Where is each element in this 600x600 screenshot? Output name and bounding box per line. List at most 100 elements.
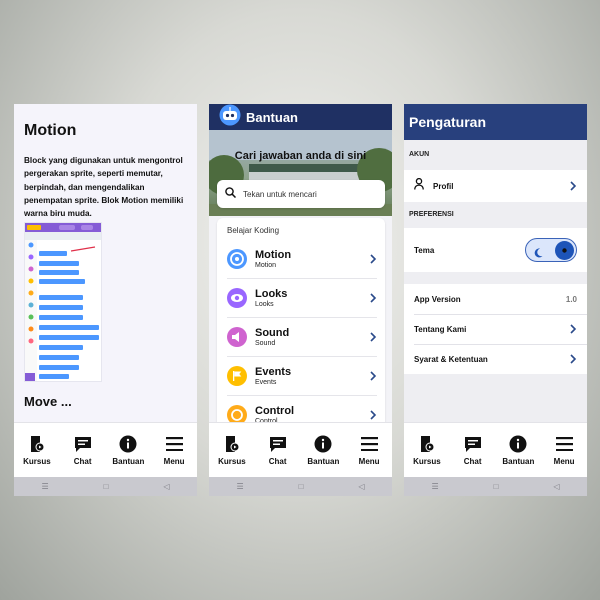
book-play-icon	[222, 434, 242, 454]
speaker-icon	[227, 327, 247, 347]
hero-title: Cari jawaban anda di sini	[234, 150, 367, 162]
chevron-right-icon	[570, 354, 577, 364]
course-name: Looks	[255, 288, 288, 300]
chevron-right-icon	[370, 293, 377, 303]
chevron-right-icon	[370, 371, 377, 381]
nav-label: Menu	[358, 457, 380, 466]
chat-icon	[268, 434, 288, 454]
info-icon	[508, 434, 528, 454]
nav-chat[interactable]: Chat	[61, 434, 105, 466]
app-version-label: App Version	[414, 294, 461, 304]
nav-bantuan[interactable]: Bantuan	[106, 434, 150, 466]
motion-icon	[227, 249, 247, 269]
section-label-account: AKUN	[409, 151, 430, 158]
sun-icon	[555, 241, 574, 260]
home-icon[interactable]: □	[494, 482, 499, 491]
nav-menu[interactable]: Menu	[152, 434, 196, 466]
recent-apps-icon[interactable]: ☰	[236, 482, 243, 491]
nav-label: Menu	[553, 457, 575, 466]
chat-icon	[463, 434, 483, 454]
nav-menu[interactable]: Menu	[542, 434, 586, 466]
hamburger-icon	[554, 434, 574, 454]
recent-apps-icon[interactable]: ☰	[431, 482, 438, 491]
chevron-right-icon	[370, 254, 377, 264]
nav-menu[interactable]: Menu	[347, 434, 391, 466]
system-nav-bar: ☰ □ ◁	[404, 477, 587, 496]
header-title: Pengaturan	[409, 114, 487, 130]
motion-screen: Motion Block yang digunakan untuk mengon…	[14, 104, 197, 496]
course-name: Sound	[255, 327, 290, 339]
back-icon[interactable]: ◁	[163, 482, 169, 491]
book-play-icon	[417, 434, 437, 454]
preferences-card: Tema	[404, 228, 587, 272]
course-item-motion[interactable]: Motion Motion	[227, 240, 377, 279]
terms-label: Syarat & Ketentuan	[414, 354, 488, 364]
back-icon[interactable]: ◁	[553, 482, 559, 491]
app-header: Pengaturan	[404, 104, 587, 140]
terms-row[interactable]: Syarat & Ketentuan	[404, 344, 587, 374]
course-item-sound[interactable]: Sound Sound	[227, 318, 377, 357]
course-item-events[interactable]: Events Events	[227, 357, 377, 396]
course-subtitle: Events	[255, 379, 277, 386]
profile-label: Profil	[433, 181, 454, 191]
nav-label: Bantuan	[307, 457, 340, 466]
help-screen: Bantuan Cari jawaban anda di sini Belaja…	[209, 104, 392, 496]
search-input[interactable]	[243, 189, 373, 199]
app-header: Bantuan	[209, 104, 392, 130]
chat-icon	[73, 434, 93, 454]
section-heading: Move ...	[24, 394, 72, 409]
recent-apps-icon[interactable]: ☰	[41, 482, 48, 491]
book-play-icon	[27, 434, 47, 454]
nav-label: Chat	[73, 457, 92, 466]
nav-label: Menu	[163, 457, 185, 466]
bottom-nav: Kursus Chat Bantuan Menu	[209, 422, 392, 477]
nav-chat[interactable]: Chat	[451, 434, 495, 466]
home-icon[interactable]: □	[104, 482, 109, 491]
home-icon[interactable]: □	[299, 482, 304, 491]
account-card: Profil	[404, 170, 587, 202]
search-bar[interactable]	[217, 180, 385, 208]
nav-label: Chat	[268, 457, 287, 466]
bottom-nav: Kursus Chat Bantuan Menu	[404, 422, 587, 477]
course-list-card: Belajar Koding Motion Motion Looks Looks	[217, 218, 385, 428]
nav-label: Bantuan	[502, 457, 535, 466]
nav-kursus[interactable]: Kursus	[15, 434, 59, 466]
moon-icon	[534, 245, 543, 263]
nav-chat[interactable]: Chat	[256, 434, 300, 466]
theme-toggle[interactable]	[525, 238, 577, 262]
flag-icon	[227, 366, 247, 386]
nav-bantuan[interactable]: Bantuan	[301, 434, 345, 466]
theme-label: Tema	[414, 245, 435, 255]
course-name: Motion	[255, 249, 292, 261]
system-nav-bar: ☰ □ ◁	[14, 477, 197, 496]
eye-icon	[227, 288, 247, 308]
card-heading: Belajar Koding	[227, 226, 280, 235]
course-item-looks[interactable]: Looks Looks	[227, 279, 377, 318]
chevron-right-icon	[570, 324, 577, 334]
info-icon	[118, 434, 138, 454]
nav-bantuan[interactable]: Bantuan	[496, 434, 540, 466]
scratch-blocks-screenshot	[24, 222, 102, 382]
robot-logo-icon	[219, 104, 241, 131]
course-subtitle: Motion	[255, 262, 277, 269]
nav-label: Chat	[463, 457, 482, 466]
course-subtitle: Sound	[255, 340, 276, 347]
settings-screen: Pengaturan AKUN Profil PREFERENSI Tema A…	[404, 104, 587, 496]
course-name: Events	[255, 366, 292, 378]
chevron-right-icon	[370, 410, 377, 420]
hamburger-icon	[359, 434, 379, 454]
nav-kursus[interactable]: Kursus	[210, 434, 254, 466]
about-row[interactable]: Tentang Kami	[404, 314, 587, 344]
hamburger-icon	[164, 434, 184, 454]
app-version-row: App Version 1.0	[404, 284, 587, 314]
nav-label: Bantuan	[112, 457, 145, 466]
course-name: Control	[255, 405, 295, 417]
nav-label: Kursus	[218, 457, 246, 466]
profile-row[interactable]: Profil	[404, 170, 587, 202]
header-title: Bantuan	[246, 109, 298, 125]
info-icon	[313, 434, 333, 454]
chevron-right-icon	[370, 332, 377, 342]
section-label-preferences: PREFERENSI	[409, 211, 454, 218]
nav-kursus[interactable]: Kursus	[405, 434, 449, 466]
back-icon[interactable]: ◁	[358, 482, 364, 491]
